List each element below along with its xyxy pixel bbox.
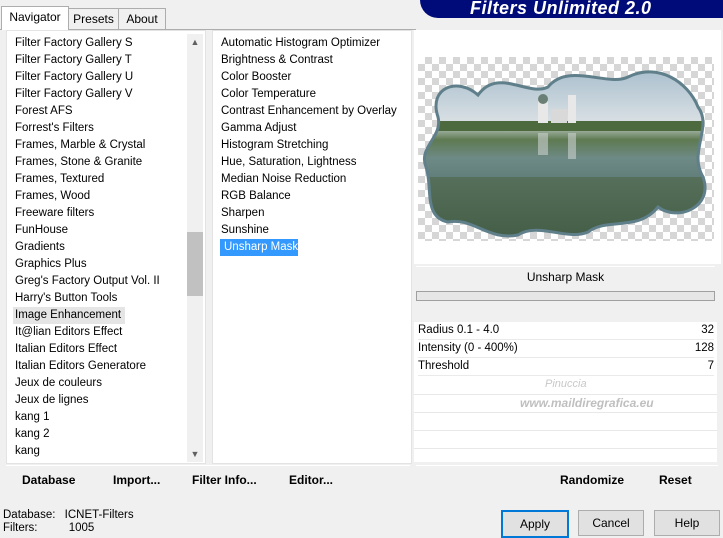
category-item[interactable]: Filter Factory Gallery V [15, 86, 133, 103]
randomize-button[interactable]: Randomize [560, 470, 624, 490]
param-row-divider [414, 430, 717, 431]
category-item[interactable]: Italian Editors Generatore [15, 358, 146, 375]
param-row-divider [414, 412, 717, 413]
category-item[interactable]: Gradients [15, 239, 65, 256]
param-row-divider [414, 448, 717, 449]
status-filters: Filters: 1005 [3, 522, 94, 534]
category-item[interactable]: Freeware filters [15, 205, 94, 222]
category-item[interactable]: Image Enhancement [13, 307, 126, 324]
filter-item[interactable]: Color Temperature [221, 86, 316, 103]
scroll-up-icon[interactable]: ▲ [187, 34, 203, 50]
status-filters-value: 1005 [68, 522, 95, 534]
filter-item[interactable]: Median Noise Reduction [221, 171, 346, 188]
filter-title: Unsharp Mask [526, 270, 605, 284]
param-label: Intensity (0 - 400%) [418, 342, 518, 354]
param-value[interactable]: 128 [695, 340, 714, 357]
watermark-name: Pinuccia [545, 378, 587, 390]
category-scroll-thumb[interactable] [187, 232, 203, 296]
category-item[interactable]: kang 2 [15, 426, 50, 443]
import-button[interactable]: Import... [113, 470, 160, 490]
filter-item[interactable]: RGB Balance [221, 188, 291, 205]
param-intensity[interactable]: Intensity (0 - 400%) 128 [418, 340, 714, 358]
category-item[interactable]: Frames, Wood [15, 188, 90, 205]
category-item[interactable]: Forrest's Filters [15, 120, 94, 137]
tab-navigator[interactable]: Navigator [1, 6, 69, 30]
editor-button[interactable]: Editor... [289, 470, 333, 490]
watermark-url: www.maildiregrafica.eu [520, 396, 654, 410]
category-item[interactable]: Frames, Stone & Granite [15, 154, 142, 171]
filter-item[interactable]: Sunshine [221, 222, 269, 239]
filter-item[interactable]: Hue, Saturation, Lightness [221, 154, 357, 171]
param-value[interactable]: 32 [701, 322, 714, 339]
filter-item[interactable]: Brightness & Contrast [221, 52, 333, 69]
tab-about[interactable]: About [118, 8, 166, 29]
category-item[interactable]: Graphics Plus [15, 256, 87, 273]
status-database: Database: ICNET-Filters [3, 509, 134, 521]
filter-list[interactable]: Automatic Histogram Optimizer Brightness … [212, 30, 412, 464]
filter-item[interactable]: Sharpen [221, 205, 264, 222]
database-button[interactable]: Database [22, 470, 75, 490]
category-item[interactable]: Filter Factory Gallery S [15, 35, 133, 52]
filter-info-button[interactable]: Filter Info... [192, 470, 257, 490]
category-item[interactable]: FunHouse [15, 222, 68, 239]
filter-item[interactable]: Automatic Histogram Optimizer [221, 35, 380, 52]
category-item[interactable]: kang [15, 443, 40, 460]
category-item[interactable]: Jeux de lignes [15, 392, 89, 409]
category-item[interactable]: Jeux de couleurs [15, 375, 102, 392]
category-item[interactable]: Filter Factory Gallery U [15, 69, 133, 86]
apply-button[interactable]: Apply [501, 510, 569, 538]
param-row-divider [414, 394, 717, 395]
category-item[interactable]: Italian Editors Effect [15, 341, 117, 358]
category-item[interactable]: It@lian Editors Effect [15, 324, 122, 341]
filter-item[interactable]: Gamma Adjust [221, 120, 296, 137]
status-filters-label: Filters: [3, 522, 38, 534]
param-threshold[interactable]: Threshold 7 [418, 358, 714, 376]
parameter-list: Radius 0.1 - 4.0 32 Intensity (0 - 400%)… [414, 322, 717, 462]
status-database-label: Database: [3, 509, 56, 521]
filter-item[interactable]: Histogram Stretching [221, 137, 328, 154]
tab-presets[interactable]: Presets [67, 8, 120, 29]
category-item[interactable]: Harry's Button Tools [15, 290, 117, 307]
param-label: Threshold [418, 360, 470, 372]
filter-item[interactable]: Contrast Enhancement by Overlay [221, 103, 397, 120]
category-item[interactable]: Filter Factory Gallery T [15, 52, 132, 69]
filter-item[interactable]: Color Booster [221, 69, 291, 86]
help-button[interactable]: Help [654, 510, 720, 536]
category-item[interactable]: Frames, Marble & Crystal [15, 137, 145, 154]
category-item[interactable]: Frames, Textured [15, 171, 104, 188]
param-label: Radius 0.1 - 4.0 [418, 324, 500, 336]
app-title: Filters Unlimited 2.0 [470, 0, 652, 18]
cancel-button[interactable]: Cancel [578, 510, 644, 536]
reset-button[interactable]: Reset [659, 470, 692, 490]
category-item[interactable]: Greg's Factory Output Vol. II [15, 273, 160, 290]
param-radius[interactable]: Radius 0.1 - 4.0 32 [418, 322, 714, 340]
filter-control-strip [416, 291, 715, 301]
status-database-value: ICNET-Filters [64, 509, 134, 521]
param-value[interactable]: 7 [708, 358, 714, 375]
category-item[interactable]: kang 1 [15, 409, 50, 426]
category-list[interactable]: Filter Factory Gallery S Filter Factory G… [6, 30, 206, 464]
scroll-down-icon[interactable]: ▼ [187, 446, 203, 462]
filter-item[interactable]: Unsharp Mask [220, 239, 298, 256]
category-item[interactable]: Forest AFS [15, 103, 73, 120]
preview-image [422, 70, 707, 238]
